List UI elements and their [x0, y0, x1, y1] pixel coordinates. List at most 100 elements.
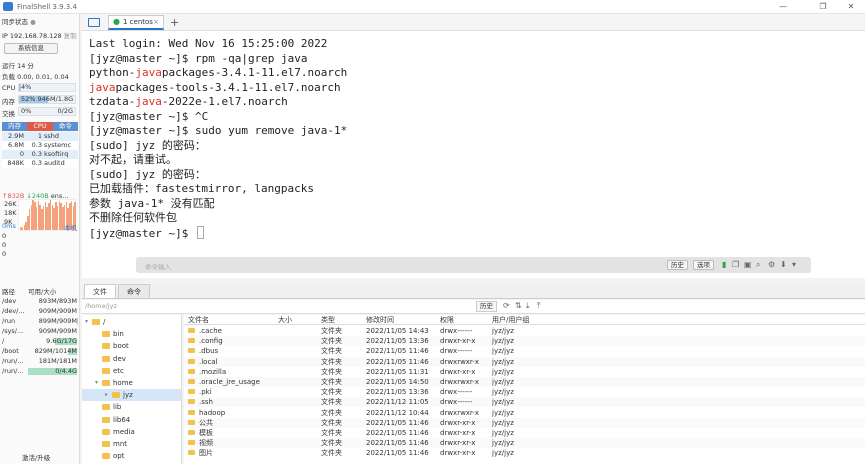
tree-item[interactable]: lib64 [82, 414, 181, 426]
expand-arrow-icon[interactable]: ▾ [85, 316, 92, 328]
file-owner: jyz/jyz [492, 429, 514, 437]
folder-icon [102, 428, 110, 435]
tree-item[interactable]: media [82, 426, 181, 438]
tree-item[interactable]: mnt [82, 438, 181, 450]
up-level-icon[interactable]: ⇅ [515, 301, 522, 310]
options-button[interactable]: 选项 [693, 260, 714, 270]
expand-arrow-icon[interactable]: ▾ [95, 377, 102, 389]
file-name: .pki [188, 387, 212, 397]
copy-ip-link[interactable]: 复制 [64, 32, 77, 40]
copy-icon[interactable]: ❐ [732, 260, 739, 269]
tree-item[interactable]: etc [82, 365, 181, 377]
send-icon[interactable]: ▮ [722, 260, 726, 269]
proc-header-cpu[interactable]: CPU [27, 122, 53, 131]
upload-file-icon[interactable]: ⤒ [537, 301, 541, 311]
upgrade-link[interactable]: 激活/升级 [22, 452, 50, 462]
process-row[interactable]: 2.9M 1 sshd [2, 132, 78, 141]
file-type: 文件夹 [321, 439, 342, 448]
tree-item[interactable]: lib [82, 401, 181, 413]
disk-path: /dev [2, 297, 17, 305]
maximize-button[interactable]: ❐ [810, 0, 836, 14]
session-tab-bar: ● 1 centos × + [82, 14, 865, 31]
process-cmd: ksoftirq [44, 150, 69, 158]
more-icon[interactable]: ▾ [792, 260, 796, 269]
file-perm: drwxr-xr-x [440, 337, 476, 346]
col-size[interactable]: 大小 [278, 315, 292, 325]
process-mem: 2.9M [8, 132, 24, 140]
file-row[interactable]: .config 文件夹 2022/11/05 13:36 drwxr-xr-x jyz/… [184, 336, 865, 347]
col-name[interactable]: 文件名 [188, 315, 209, 325]
process-cmd: systemc [44, 141, 72, 149]
file-row[interactable]: hadoop 文件夹 2022/11/12 10:44 drwxrwxr-x jyz/j… [184, 408, 865, 418]
file-row[interactable]: .pki 文件夹 2022/11/05 13:36 drwx------ jyz/jyz [184, 387, 865, 397]
process-row[interactable]: 848K 0.3 auditd [2, 159, 78, 168]
file-row[interactable]: .local 文件夹 2022/11/05 11:46 drwxrwxr-x jyz/j… [184, 356, 865, 367]
search-icon[interactable]: ⌕ [756, 260, 760, 270]
host-label[interactable]: 本机 [64, 222, 77, 232]
terminal-line: python-javapackages-3.4.1-11.el7.noarch [89, 66, 348, 79]
close-button[interactable]: ✕ [838, 0, 864, 14]
tab-centos[interactable]: ● 1 centos × [108, 14, 164, 30]
tab-files[interactable]: 文件 [84, 284, 116, 298]
col-owner[interactable]: 用户/用户组 [492, 315, 529, 325]
file-perm: drwxr-xr-x [440, 439, 476, 448]
file-row[interactable]: .ssh 文件夹 2022/11/12 11:05 drwx------ jyz/jyz [184, 397, 865, 408]
file-perm: drwx------ [440, 398, 473, 407]
download-icon[interactable]: ⬇ [780, 260, 787, 269]
col-mtime[interactable]: 修改时间 [366, 315, 394, 325]
download-file-icon[interactable]: ⤓ [526, 301, 530, 311]
file-row[interactable]: .oracle_jre_usage 文件夹 2022/11/05 14:50 drwx… [184, 377, 865, 387]
terminal-line: 不删除任何软件包 [89, 211, 177, 224]
file-owner: jyz/jyz [492, 337, 514, 346]
tab-commands[interactable]: 命令 [118, 284, 150, 298]
swap-meter: 0% 0/2G [18, 107, 76, 116]
file-history-button[interactable]: 历史 [476, 301, 497, 312]
process-cpu: 1 [37, 132, 42, 140]
proc-header-mem[interactable]: 内存 [2, 122, 28, 131]
command-input[interactable]: 命令输入 [145, 261, 171, 271]
file-row[interactable]: 视频 文件夹 2022/11/05 11:46 drwxr-xr-x jyz/jyz [184, 438, 865, 449]
latency-label: 0ms [2, 222, 16, 230]
tree-item[interactable]: ▾ / [82, 316, 181, 328]
settings-icon[interactable]: ⚙ [768, 260, 775, 269]
tree-label: home [113, 379, 133, 387]
folder-icon [188, 328, 195, 333]
terminal[interactable]: Last login: Wed Nov 16 15:25:00 2022 [jyz… [82, 31, 865, 278]
file-row[interactable]: 公共 文件夹 2022/11/05 11:46 drwxr-xr-x jyz/jyz [184, 417, 865, 428]
file-row[interactable]: .mozilla 文件夹 2022/11/05 11:31 drwxr-xr-x jyz… [184, 367, 865, 377]
process-row[interactable]: 6.8M 0.3 systemc [2, 141, 78, 150]
minimize-button[interactable]: — [770, 0, 796, 14]
file-perm: drwxrwxr-x [440, 408, 480, 417]
history-button[interactable]: 历史 [667, 260, 688, 270]
tree-item[interactable]: bin [82, 328, 181, 340]
folder-icon [188, 368, 195, 374]
disk-size: 181M/181M [38, 357, 77, 365]
system-info-button[interactable]: 系统信息 [4, 43, 58, 54]
col-type[interactable]: 类型 [321, 315, 335, 325]
tree-item[interactable]: boot [82, 340, 181, 352]
file-path-input[interactable]: /home/jyz [85, 302, 385, 312]
add-tab-icon[interactable]: + [170, 16, 179, 29]
tree-label: jyz [123, 391, 133, 400]
tree-item[interactable]: opt [82, 450, 181, 462]
proc-header-cmd[interactable]: 命令 [52, 122, 78, 131]
file-type: 文件夹 [321, 449, 342, 458]
close-tab-icon[interactable]: × [153, 18, 159, 26]
expand-arrow-icon[interactable]: ▸ [105, 389, 112, 401]
process-row[interactable]: 0 0.3 ksoftirq [2, 150, 78, 159]
col-perm[interactable]: 权限 [440, 315, 454, 325]
file-mtime: 2022/11/05 11:46 [366, 347, 429, 356]
folder-icon[interactable] [88, 17, 100, 27]
file-row[interactable]: .dbus 文件夹 2022/11/05 11:46 drwx------ jyz/jy… [184, 346, 865, 356]
tree-item[interactable]: dev [82, 353, 181, 365]
tree-item[interactable]: ▾ home [82, 377, 181, 389]
terminal-line: tzdata-java-2022e-1.el7.noarch [89, 95, 288, 108]
folder-icon [188, 358, 195, 364]
file-row[interactable]: 模板 文件夹 2022/11/05 11:46 drwxr-xr-x jyz/jyz [184, 428, 865, 438]
paste-icon[interactable]: ▣ [744, 260, 752, 269]
disk-row: /run/... 181M/181M [2, 357, 78, 366]
file-row[interactable]: 图片 文件夹 2022/11/05 11:46 drwxr-xr-x jyz/jyz [184, 448, 865, 458]
tree-item[interactable]: ▸ jyz [82, 389, 181, 402]
refresh-icon[interactable]: ⟳ [503, 301, 510, 310]
file-row[interactable]: .cache 文件夹 2022/11/05 14:43 drwx------ jyz/j… [184, 326, 865, 336]
